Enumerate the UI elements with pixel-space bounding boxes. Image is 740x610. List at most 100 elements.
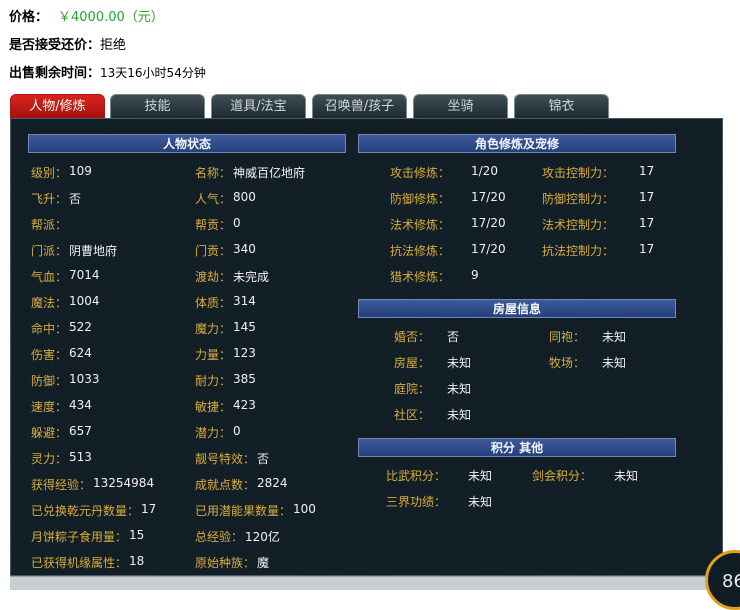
house-label: 婚否：	[394, 330, 431, 344]
cultivation-label: 攻击修炼：	[390, 166, 451, 180]
character-label: 原始种族：	[195, 556, 256, 570]
character-value: 1004	[69, 294, 100, 308]
horizontal-scrollbar[interactable]	[10, 576, 723, 590]
character-label: 命中：	[31, 322, 68, 336]
cultivation-value: 17/20	[471, 242, 506, 256]
character-value: 385	[233, 372, 256, 386]
character-value: 100	[293, 502, 316, 516]
price-value: ￥4000.00（元）	[58, 10, 164, 25]
character-label: 潜力：	[195, 426, 232, 440]
points-label: 三界功绩：	[386, 495, 447, 509]
cultivation-label: 防御修炼：	[390, 192, 451, 206]
character-label: 伤害：	[31, 348, 68, 362]
character-value: 0	[233, 424, 241, 438]
bargain-line: 是否接受还价：拒绝	[9, 34, 126, 53]
cultivation-label: 攻击控制力：	[542, 166, 615, 180]
character-value: 513	[69, 450, 92, 464]
character-status-header: 人物状态	[28, 134, 346, 153]
tab-character-cultivation[interactable]: 人物/修炼	[10, 94, 105, 118]
character-label: 耐力：	[195, 374, 232, 388]
cultivation-label: 法术修炼：	[390, 218, 451, 232]
character-label: 魔力：	[195, 322, 232, 336]
price-line: 价格： ￥4000.00（元）	[9, 6, 164, 25]
character-label: 月饼粽子食用量：	[31, 530, 128, 544]
bargain-value: 拒绝	[100, 38, 127, 53]
tab-pets-children[interactable]: 召唤兽/孩子	[312, 94, 407, 118]
cultivation-label: 防御控制力：	[542, 192, 615, 206]
character-label: 防御：	[31, 374, 68, 388]
character-value: 145	[233, 320, 256, 334]
remaining-time-value: 13天16小时54分钟	[100, 66, 206, 80]
house-label: 房屋：	[394, 356, 431, 370]
character-label: 人气：	[195, 192, 232, 206]
cultivation-value: 17	[639, 216, 655, 230]
character-value: 314	[233, 294, 256, 308]
character-value: 否	[257, 452, 270, 466]
house-label: 庭院：	[394, 382, 431, 396]
cultivation-value: 9	[471, 268, 479, 282]
cultivation-value: 17	[639, 242, 655, 256]
character-label: 已获得机缘属性：	[31, 556, 128, 570]
house-value: 未知	[447, 408, 472, 422]
character-value: 阴曹地府	[69, 244, 118, 258]
cultivation-label: 猎术修炼：	[390, 270, 451, 284]
character-label: 已用潜能果数量：	[195, 504, 292, 518]
character-value: 神威百亿地府	[233, 166, 306, 180]
house-label: 同袍：	[549, 330, 586, 344]
bargain-label: 是否接受还价：	[9, 38, 101, 53]
character-value: 624	[69, 346, 92, 360]
cultivation-label: 法术控制力：	[542, 218, 615, 232]
house-value: 未知	[447, 356, 472, 370]
tab-items-treasures[interactable]: 道具/法宝	[211, 94, 306, 118]
character-label: 魔法：	[31, 296, 68, 310]
house-value: 未知	[447, 382, 472, 396]
cultivation-label: 抗法控制力：	[542, 244, 615, 258]
character-value: 109	[69, 164, 92, 178]
character-label: 级别：	[31, 166, 68, 180]
character-value: 657	[69, 424, 92, 438]
character-label: 敏捷：	[195, 400, 232, 414]
tab-mounts[interactable]: 坐骑	[413, 94, 508, 118]
character-value: 434	[69, 398, 92, 412]
character-value: 2824	[257, 476, 288, 490]
character-value: 魔	[257, 556, 270, 570]
character-label: 成就点数：	[195, 478, 256, 492]
house-label: 牧场：	[549, 356, 586, 370]
cultivation-value: 17/20	[471, 216, 506, 230]
character-label: 灵力：	[31, 452, 68, 466]
points-other-header: 积分 其他	[358, 438, 676, 457]
character-panel: 人物状态 角色修炼及宠修 房屋信息 积分 其他 级别： 109 名称： 神威百亿地府飞…	[10, 118, 723, 576]
character-value: 800	[233, 190, 256, 204]
character-value: 1033	[69, 372, 100, 386]
points-value: 未知	[614, 469, 639, 483]
character-label: 躲避：	[31, 426, 68, 440]
remaining-time-label: 出售剩余时间：	[9, 66, 101, 81]
points-value: 未知	[468, 495, 493, 509]
tab-outfits[interactable]: 锦衣	[514, 94, 609, 118]
character-label: 速度：	[31, 400, 68, 414]
character-value: 7014	[69, 268, 100, 282]
level-badge-text: 86	[722, 571, 740, 592]
house-value: 否	[447, 330, 460, 344]
house-info-header: 房屋信息	[358, 299, 676, 318]
character-label: 靓号特效：	[195, 452, 256, 466]
character-value: 120亿	[245, 530, 280, 544]
character-value: 123	[233, 346, 256, 360]
character-value: 13254984	[93, 476, 155, 490]
cultivation-value: 17	[639, 164, 655, 178]
character-label: 气血：	[31, 270, 68, 284]
cultivation-label: 抗法修炼：	[390, 244, 451, 258]
remaining-time-line: 出售剩余时间：13天16小时54分钟	[9, 62, 206, 81]
character-label: 帮派：	[31, 218, 68, 232]
character-label: 渡劫：	[195, 270, 232, 284]
character-label: 总经验：	[195, 530, 244, 544]
points-label: 剑会积分：	[532, 469, 593, 483]
character-label: 门派：	[31, 244, 68, 258]
character-value: 未完成	[233, 270, 270, 284]
character-label: 门贡：	[195, 244, 232, 258]
tab-skills[interactable]: 技能	[110, 94, 205, 118]
cultivation-header: 角色修炼及宠修	[358, 134, 676, 153]
character-value: 340	[233, 242, 256, 256]
character-label: 获得经验：	[31, 478, 92, 492]
character-label: 体质：	[195, 296, 232, 310]
